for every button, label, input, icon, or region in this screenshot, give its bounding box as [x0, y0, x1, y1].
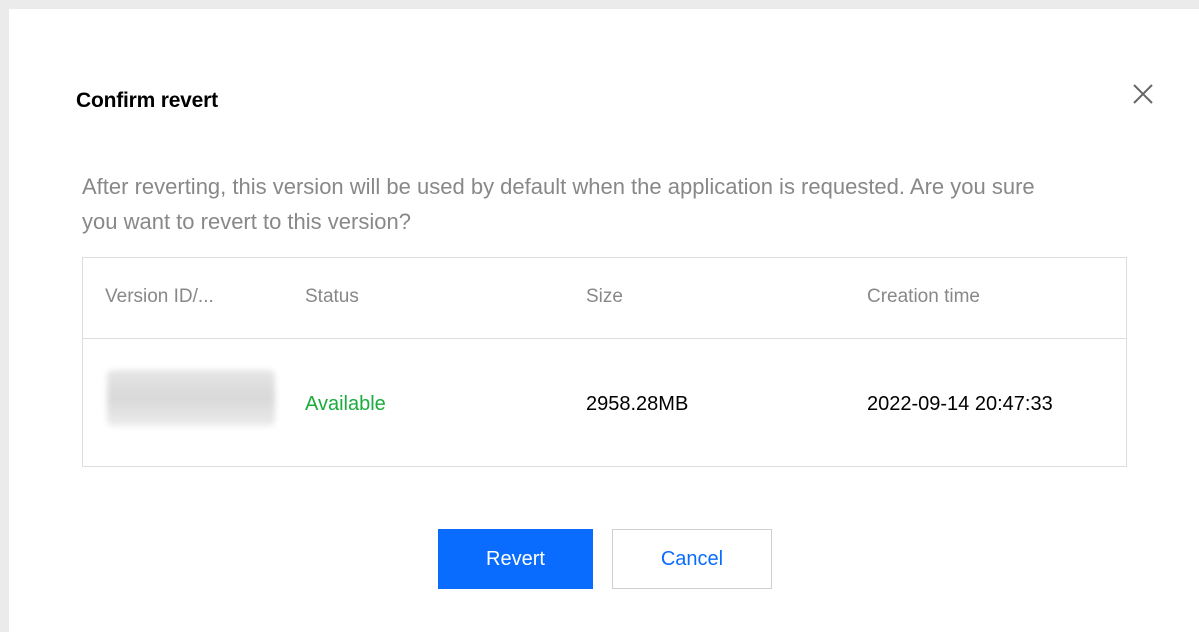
table-header: Version ID/... Status Size Creation time: [83, 258, 1126, 339]
revert-button[interactable]: Revert: [438, 529, 593, 589]
dialog-description: After reverting, this version will be us…: [82, 174, 1035, 234]
version-id-redacted: [107, 370, 275, 426]
column-header-size: Size: [586, 286, 623, 307]
table-row: Available 2958.28MB 2022-09-14 20:47:33: [83, 339, 1126, 466]
creation-time-value: 2022-09-14 20:47:33: [867, 393, 1053, 415]
column-header-status: Status: [305, 286, 359, 307]
cancel-button[interactable]: Cancel: [612, 529, 772, 589]
confirm-revert-dialog: Confirm revert After reverting, this ver…: [9, 9, 1199, 632]
close-icon[interactable]: [1128, 79, 1158, 109]
dialog-title: Confirm revert: [76, 89, 218, 112]
column-header-creation-time: Creation time: [867, 286, 980, 307]
column-header-version-id: Version ID/...: [105, 286, 214, 307]
size-value: 2958.28MB: [586, 393, 689, 415]
version-table: Version ID/... Status Size Creation time…: [82, 257, 1127, 467]
status-value: Available: [305, 393, 386, 415]
